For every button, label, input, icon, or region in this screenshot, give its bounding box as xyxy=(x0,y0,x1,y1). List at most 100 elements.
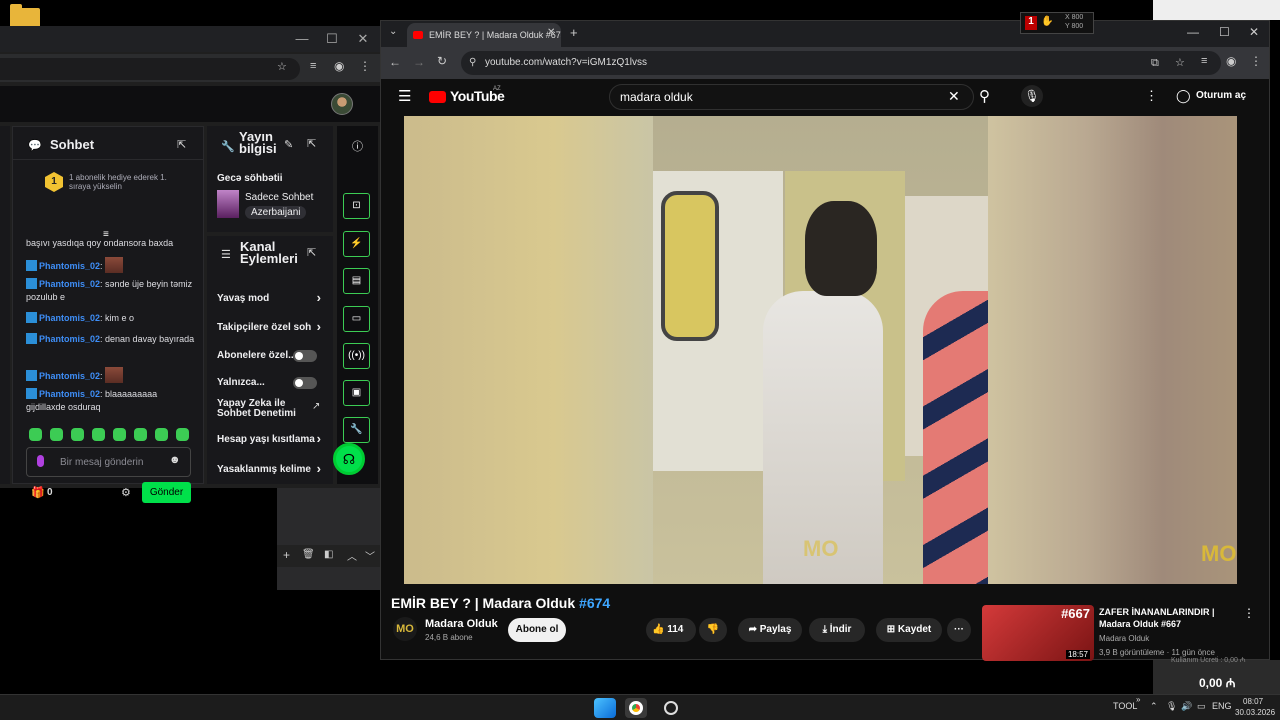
edit-pencil-icon[interactable]: ✎ xyxy=(284,138,293,151)
chat-username[interactable]: Phantomis_02 xyxy=(39,313,100,323)
gift-icon[interactable]: 🎁 xyxy=(31,486,45,499)
emote-icon[interactable] xyxy=(29,428,42,441)
panel-icon[interactable]: ◧ xyxy=(324,549,333,560)
maximize-icon[interactable]: ☐ xyxy=(1219,25,1230,39)
windows-start-icon[interactable] xyxy=(594,698,616,718)
emote-icon[interactable] xyxy=(92,428,105,441)
search-icon[interactable]: ⚲ xyxy=(979,87,990,105)
media-controls-icon[interactable]: ≡ xyxy=(310,60,316,72)
popout-icon[interactable]: ⇱ xyxy=(307,246,316,259)
language-indicator[interactable]: ENG xyxy=(1212,701,1232,711)
minimize-icon[interactable]: — xyxy=(1187,25,1199,39)
chevron-down-icon[interactable]: ﹀ xyxy=(365,548,375,563)
download-button[interactable]: ⤓ İndir xyxy=(809,618,865,642)
forward-arrow-icon[interactable]: → xyxy=(413,55,425,69)
settings-gear-icon[interactable]: ⚙ xyxy=(121,486,131,499)
clear-search-icon[interactable]: ✕ xyxy=(948,88,960,105)
overflow-chevron-icon[interactable]: » xyxy=(1136,695,1140,704)
like-button[interactable]: 👍 114 xyxy=(646,618,696,642)
voice-search-icon[interactable]: 🎙 xyxy=(1021,85,1043,107)
clip-icon[interactable]: ⊡ xyxy=(343,193,370,219)
share-button[interactable]: ➦ Paylaş xyxy=(738,618,802,642)
user-avatar[interactable] xyxy=(331,93,353,115)
youtube-logo-icon[interactable] xyxy=(429,91,446,103)
minimize-button[interactable]: — xyxy=(292,30,312,48)
more-actions-icon[interactable]: ··· xyxy=(947,618,971,642)
signin-button[interactable]: Oturum aç xyxy=(1196,90,1246,101)
chevron-up-icon[interactable]: ⌃ xyxy=(1150,701,1158,712)
action-subscribers-only[interactable]: Abonelere özel... xyxy=(217,350,327,362)
lightning-icon[interactable]: ⚡ xyxy=(343,231,370,257)
action-unique-only[interactable]: Yalnızca... xyxy=(217,377,327,389)
recommended-thumbnail[interactable]: #667 18:57 xyxy=(982,605,1094,661)
chrome-taskbar-icon[interactable] xyxy=(625,698,647,718)
omnibox[interactable]: ⚲ youtube.com/watch?v=iGM1zQ1lvss ⧉ ☆ xyxy=(461,51,1221,75)
hamburger-menu-icon[interactable]: ☰ xyxy=(398,87,411,105)
chevron-up-icon[interactable]: ︿ xyxy=(347,548,357,563)
tab-search-icon[interactable]: ⌄ xyxy=(389,26,397,37)
external-link-icon[interactable]: ↗ xyxy=(312,401,320,412)
add-icon[interactable]: + xyxy=(283,548,290,562)
profile-icon[interactable]: ◉ xyxy=(1226,54,1236,68)
channel-name[interactable]: Madara Olduk xyxy=(425,618,498,630)
emoji-icon[interactable]: ☻ xyxy=(169,454,181,466)
speaker-icon[interactable]: 🔊 xyxy=(1181,701,1192,712)
emote-icon[interactable] xyxy=(113,428,126,441)
broadcast-icon[interactable]: ((•)) xyxy=(343,343,370,369)
chrome-profile-taskbar-icon[interactable] xyxy=(660,698,682,718)
trash-icon[interactable]: 🗑 xyxy=(302,549,315,560)
save-button[interactable]: ⊞ Kaydet xyxy=(876,618,942,642)
unique-only-toggle[interactable] xyxy=(293,377,317,389)
dislike-icon[interactable]: 👎 xyxy=(699,618,727,642)
close-window-icon[interactable]: ✕ xyxy=(1249,25,1259,39)
tab-youtube[interactable]: EMİR BEY ? | Madara Olduk #674 xyxy=(407,23,561,47)
action-banned-words[interactable]: Yasaklanmış kelime › xyxy=(217,464,327,475)
tool-label[interactable]: TOOL xyxy=(1113,701,1137,711)
bookmark-star-icon[interactable]: ☆ xyxy=(1175,51,1185,75)
bookmark-star-icon[interactable]: ☆ xyxy=(277,60,287,73)
install-app-icon[interactable]: ⧉ xyxy=(1151,51,1159,75)
popout-icon[interactable]: ⇱ xyxy=(307,137,316,150)
emote-icon[interactable] xyxy=(71,428,84,441)
subscribers-only-toggle[interactable] xyxy=(293,350,317,362)
action-followers-only[interactable]: Takipçilere özel soh › xyxy=(217,322,327,333)
network-icon[interactable]: ▭ xyxy=(1197,701,1206,712)
send-button[interactable]: Gönder xyxy=(142,482,191,503)
settings-kebab-icon[interactable]: ⋮ xyxy=(1145,88,1158,104)
action-ai-moderation[interactable]: Yapay Zeka ile Sohbet Denetimi xyxy=(217,399,307,419)
channel-avatar[interactable]: MO xyxy=(393,617,417,641)
chat-username[interactable]: Phantomis_02 xyxy=(39,334,100,344)
clock-time[interactable]: 08:07 xyxy=(1243,697,1263,706)
emote-icon[interactable] xyxy=(50,428,63,441)
clock-date[interactable]: 30.03.2026 xyxy=(1235,708,1275,717)
recommended-menu-icon[interactable]: ⋮ xyxy=(1243,606,1255,620)
recommended-channel[interactable]: Madara Olduk xyxy=(1099,634,1149,643)
menu-kebab-icon[interactable]: ⋮ xyxy=(359,59,371,73)
microphone-icon[interactable]: 🎙 xyxy=(1166,701,1177,712)
chat-username[interactable]: Phantomis_02 xyxy=(39,389,100,399)
chat-username[interactable]: Phantomis_02 xyxy=(39,371,100,381)
popout-icon[interactable]: ⇱ xyxy=(177,138,186,151)
subscribe-button[interactable]: Abone ol xyxy=(508,618,566,642)
video-hashtag[interactable]: #674 xyxy=(579,595,610,611)
support-headset-icon[interactable]: ☊ xyxy=(333,443,365,475)
chat-username[interactable]: Phantomis_02 xyxy=(39,279,100,289)
profile-icon[interactable]: ◉ xyxy=(334,59,344,73)
stream-category[interactable]: Sadece Sohbet xyxy=(245,192,313,203)
microphone-icon[interactable] xyxy=(37,455,44,467)
info-icon[interactable]: ⓘ xyxy=(352,138,363,154)
chat-input[interactable]: Bir mesaj gönderin ☻ xyxy=(26,447,191,477)
emote-icon[interactable] xyxy=(134,428,147,441)
camera-icon[interactable]: ▣ xyxy=(343,380,370,406)
new-tab-icon[interactable]: + xyxy=(570,25,578,40)
media-controls-icon[interactable]: ≡ xyxy=(1201,55,1207,67)
video-player[interactable]: MO xyxy=(404,116,1237,584)
action-account-age[interactable]: Hesap yaşı kısıtlama › xyxy=(217,434,327,445)
wrench-icon[interactable]: 🔧 xyxy=(343,417,370,443)
back-arrow-icon[interactable]: ← xyxy=(389,55,401,69)
close-button[interactable]: ✕ xyxy=(353,30,373,48)
reload-icon[interactable]: ↻ xyxy=(437,54,447,68)
maximize-button[interactable]: ☐ xyxy=(322,30,342,48)
recommended-title[interactable]: ZAFER İNANANLARINDIR | Madara Olduk #667 xyxy=(1099,606,1229,630)
emote-icon[interactable] xyxy=(176,428,189,441)
